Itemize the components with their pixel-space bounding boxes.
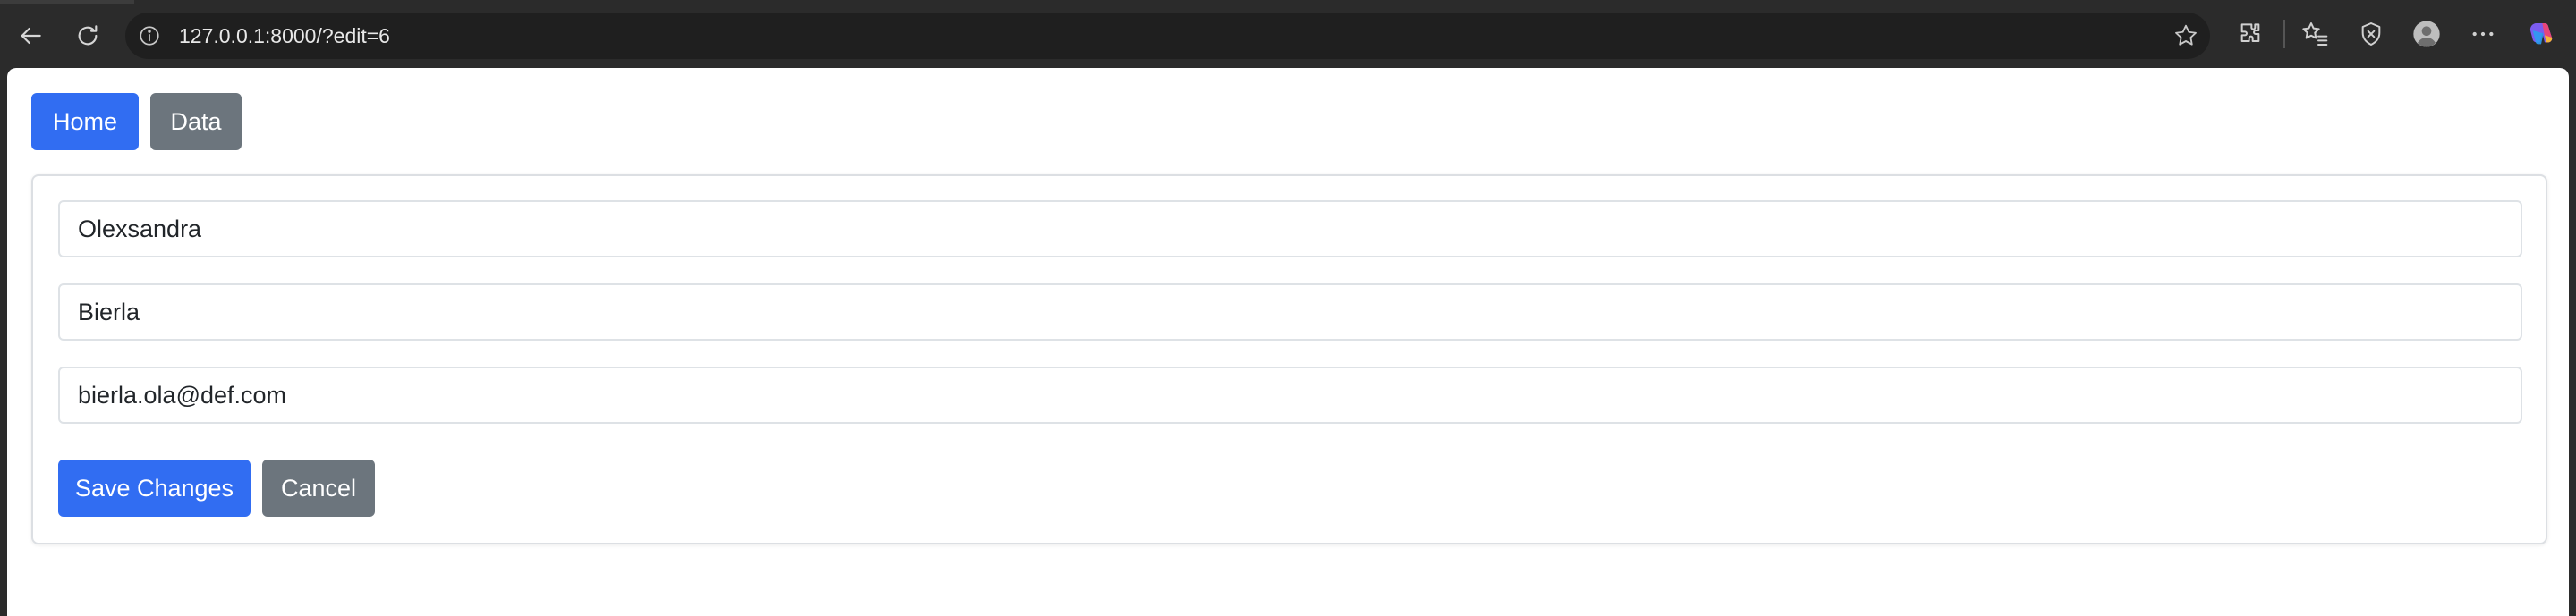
page-content: Home Data Save Changes Cancel — [7, 68, 2569, 616]
back-arrow-icon[interactable] — [11, 16, 50, 55]
toolbar-separator — [2283, 20, 2285, 48]
extensions-icon[interactable] — [2234, 18, 2266, 50]
copilot-icon[interactable] — [2525, 18, 2557, 50]
data-button[interactable]: Data — [150, 93, 242, 150]
save-changes-button[interactable]: Save Changes — [58, 460, 251, 517]
address-bar[interactable]: 127.0.0.1:8000/?edit=6 — [125, 13, 2210, 59]
email-field[interactable] — [58, 367, 2522, 424]
reload-icon[interactable] — [68, 16, 107, 55]
last-name-field[interactable] — [58, 283, 2522, 341]
edit-form-card: Save Changes Cancel — [31, 174, 2547, 544]
favorite-star-icon[interactable] — [2172, 22, 2199, 49]
favorites-icon[interactable] — [2299, 18, 2331, 50]
site-info-icon[interactable] — [138, 24, 161, 47]
profile-icon[interactable] — [2410, 18, 2443, 50]
home-button[interactable]: Home — [31, 93, 139, 150]
cancel-button[interactable]: Cancel — [262, 460, 375, 517]
more-icon[interactable] — [2467, 18, 2499, 50]
tab-strip-edge — [0, 0, 134, 4]
browser-toolbar: 127.0.0.1:8000/?edit=6 — [0, 0, 2576, 68]
browser-essentials-icon[interactable] — [2355, 18, 2387, 50]
url-text[interactable]: 127.0.0.1:8000/?edit=6 — [179, 13, 390, 59]
first-name-field[interactable] — [58, 200, 2522, 257]
